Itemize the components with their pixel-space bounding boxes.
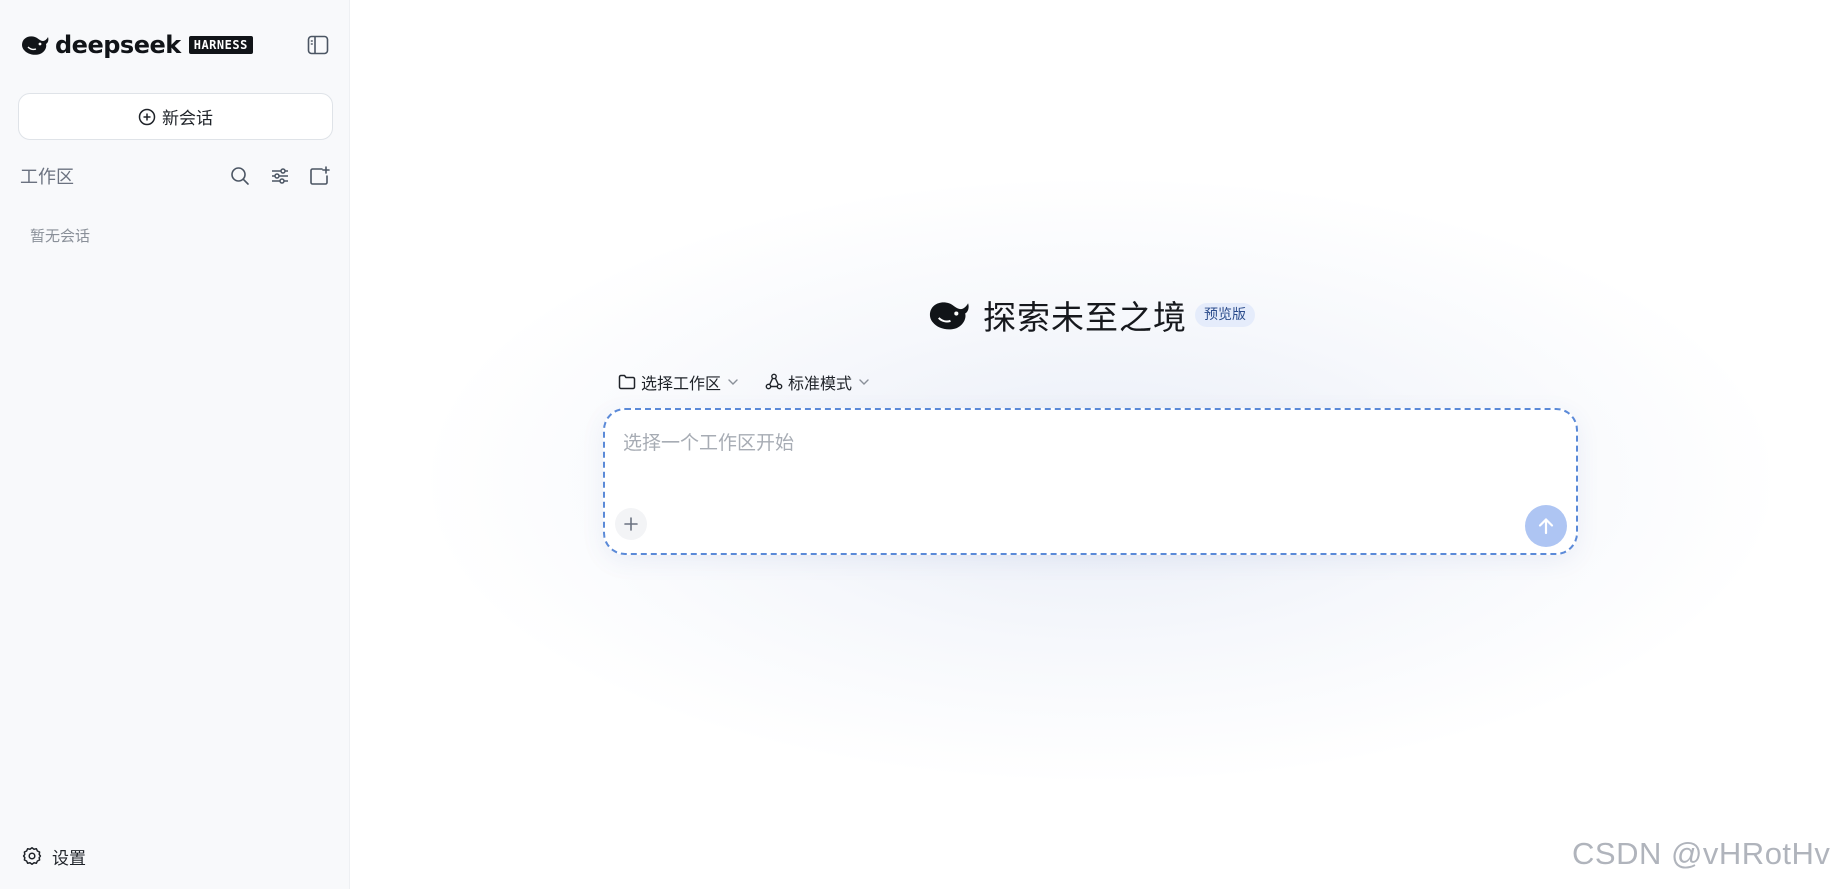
- settings-button[interactable]: 设置: [22, 842, 86, 870]
- main-area: 探索未至之境 预览版 选择工作区 标准模式: [351, 0, 1839, 889]
- sidebar-toggle-button[interactable]: [304, 32, 332, 58]
- whale-logo-icon: [929, 302, 969, 330]
- workspace-add-button[interactable]: [308, 164, 332, 188]
- mode-nodes-icon: [765, 373, 783, 390]
- search-icon: [231, 167, 249, 185]
- brand-badge: HARNESS: [188, 36, 253, 54]
- sidebar: deepseek HARNESS 新会话 工作区 暂无会话 设置: [0, 0, 350, 889]
- plus-circle-icon: [138, 108, 156, 125]
- send-button[interactable]: [1525, 505, 1567, 547]
- hero-title: 探索未至之境: [983, 298, 1187, 337]
- brand-name: deepseek: [55, 31, 181, 59]
- new-chat-button[interactable]: 新会话: [18, 93, 333, 140]
- workspace-header: 工作区: [20, 160, 332, 192]
- folder-icon: [618, 374, 636, 390]
- preview-badge: 预览版: [1195, 303, 1255, 327]
- chevron-down-icon: [859, 379, 869, 385]
- arrow-up-icon: [1538, 518, 1554, 535]
- workspace-search-button[interactable]: [228, 164, 252, 188]
- composer-toolbar: 选择工作区 标准模式: [618, 368, 896, 396]
- sidebar-panel-icon: [307, 35, 329, 55]
- hero-heading: 探索未至之境 预览版: [927, 290, 1255, 340]
- settings-label: 设置: [52, 848, 86, 869]
- attach-button[interactable]: [615, 508, 647, 540]
- new-chat-label: 新会话: [162, 109, 213, 129]
- workspace-title: 工作区: [20, 167, 74, 188]
- gear-icon: [22, 847, 42, 865]
- workspace-select[interactable]: 选择工作区: [618, 370, 739, 394]
- message-input[interactable]: [621, 426, 1521, 476]
- empty-sessions-note: 暂无会话: [30, 227, 91, 245]
- composer: [603, 408, 1578, 555]
- plus-icon: [624, 517, 638, 531]
- mode-select[interactable]: 标准模式: [765, 370, 870, 394]
- filter-sliders-icon: [272, 168, 288, 184]
- watermark: CSDN @vHRotHv: [1572, 836, 1831, 871]
- brand[interactable]: deepseek HARNESS: [20, 30, 253, 60]
- mode-select-label: 标准模式: [788, 374, 853, 393]
- add-folder-icon: [310, 166, 330, 185]
- workspace-select-label: 选择工作区: [641, 374, 722, 393]
- chevron-down-icon: [728, 379, 738, 385]
- workspace-filter-button[interactable]: [268, 164, 292, 188]
- whale-logo-icon: [22, 36, 49, 55]
